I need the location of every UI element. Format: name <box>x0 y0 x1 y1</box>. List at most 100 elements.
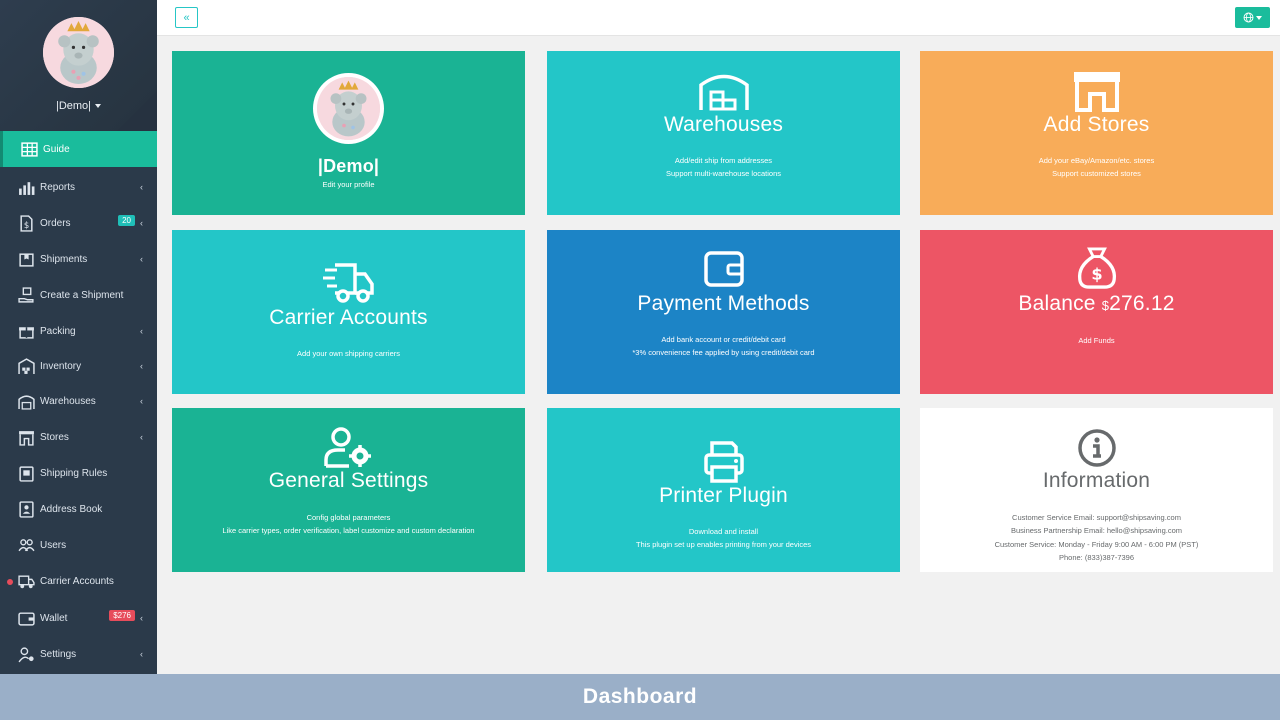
sidebar-item-label: Guide <box>43 143 70 155</box>
store-icon <box>17 428 35 446</box>
support-email-text: Customer Service Email: support@shipsavi… <box>1012 513 1181 522</box>
sidebar-item-address-book[interactable]: Address Book <box>0 491 157 527</box>
balance-card[interactable]: $ Balance $276.12 Add Funds <box>920 230 1273 394</box>
printer-plugin-card[interactable]: Printer Plugin Download and install This… <box>547 408 900 572</box>
store-icon <box>920 70 1273 112</box>
chevron-left-icon: ‹ <box>140 218 143 228</box>
information-card: Information Customer Service Email: supp… <box>920 408 1273 572</box>
sidebar-item-stores[interactable]: Stores ‹ <box>0 419 157 455</box>
sidebar-profile: |Demo| <box>0 0 157 131</box>
warehouses-card-title: Warehouses <box>663 113 784 136</box>
sidebar-item-shipments[interactable]: Shipments ‹ <box>0 241 157 277</box>
chevron-left-icon: ‹ <box>140 613 143 623</box>
sidebar-item-label: Shipping Rules <box>40 467 108 479</box>
chevron-left-icon: ‹ <box>140 254 143 264</box>
profile-card[interactable]: |Demo| Edit your profile <box>172 51 525 215</box>
avatar-image <box>317 77 380 140</box>
user-gear-icon <box>172 426 525 468</box>
sidebar-item-shipping-rules[interactable]: Shipping Rules <box>0 455 157 491</box>
document-icon: $ <box>17 214 35 232</box>
sidebar-item-label: Settings <box>40 648 77 660</box>
caret-down-icon <box>1256 15 1262 20</box>
sidebar-item-label: Packing <box>40 325 76 337</box>
printer-plugin-card-desc-2: This plugin set up enables printing from… <box>635 540 812 549</box>
sidebar-item-settings[interactable]: Settings ‹ <box>0 636 157 672</box>
sidebar-item-inventory[interactable]: Inventory ‹ <box>0 348 157 384</box>
svg-text:$: $ <box>23 220 28 230</box>
payment-methods-card[interactable]: Payment Methods Add bank account or cred… <box>547 230 900 394</box>
balance-card-title: Balance $276.12 <box>920 292 1273 316</box>
general-settings-card[interactable]: General Settings Config global parameter… <box>172 408 525 572</box>
chevron-left-icon: ‹ <box>140 361 143 371</box>
sidebar-item-orders[interactable]: $ Orders 20 ‹ <box>0 205 157 241</box>
orders-count-badge: 20 <box>118 215 135 226</box>
avatar[interactable] <box>43 17 114 88</box>
truck-icon <box>17 572 35 590</box>
info-icon <box>920 428 1273 470</box>
sidebar-item-create-shipment[interactable]: Create a Shipment <box>0 277 157 313</box>
chevron-left-icon: ‹ <box>140 432 143 442</box>
warehouse-icon <box>17 357 35 375</box>
chevron-left-icon: ‹ <box>140 396 143 406</box>
sidebar-item-label: Warehouses <box>40 395 96 407</box>
add-stores-card-title: Add Stores <box>1043 113 1150 136</box>
sidebar-item-users[interactable]: Users <box>0 527 157 563</box>
printer-plugin-card-title: Printer Plugin <box>659 484 788 507</box>
general-settings-card-desc-1: Config global parameters <box>306 513 391 522</box>
sidebar-item-carrier-accounts[interactable]: Carrier Accounts <box>0 563 157 599</box>
language-button[interactable] <box>1235 7 1270 28</box>
sidebar-item-wallet[interactable]: Wallet $276 ‹ <box>0 600 157 636</box>
sidebar-item-label: Stores <box>40 431 69 443</box>
warehouses-card-desc-1: Add/edit ship from addresses <box>674 156 773 165</box>
sidebar-item-warehouses[interactable]: Warehouses ‹ <box>0 383 157 419</box>
general-settings-card-title: General Settings <box>268 469 429 492</box>
clipboard-icon <box>17 464 35 482</box>
sidebar-item-reports[interactable]: Reports ‹ <box>0 169 157 205</box>
top-bar: « <box>157 0 1280 36</box>
sidebar-item-guide[interactable]: Guide <box>0 131 157 167</box>
warehouse-icon <box>17 392 35 410</box>
sidebar: |Demo| Guide Reports ‹ $ Orders 20 ‹ Shi… <box>0 0 157 674</box>
add-stores-card[interactable]: Add Stores Add your eBay/Amazon/etc. sto… <box>920 51 1273 215</box>
sidebar-item-label: Address Book <box>40 503 103 515</box>
bar-chart-icon <box>17 178 35 196</box>
wallet-balance-badge: $276 <box>109 610 135 621</box>
profile-card-avatar <box>313 73 384 144</box>
caret-down-icon <box>95 104 102 109</box>
notification-dot <box>7 579 13 585</box>
sidebar-item-label: Create a Shipment <box>40 289 124 301</box>
truck-icon <box>172 262 525 304</box>
printer-plugin-card-desc-1: Download and install <box>688 527 759 536</box>
service-hours-text: Customer Service: Monday - Friday 9:00 A… <box>994 540 1199 549</box>
information-card-title: Information <box>1042 469 1151 492</box>
carrier-accounts-card-desc: Add your own shipping carriers <box>297 349 400 358</box>
sidebar-item-label: Orders <box>40 217 71 229</box>
add-funds-link[interactable]: Add Funds <box>920 334 1273 348</box>
balance-label: Balance <box>1018 292 1096 315</box>
warehouses-card[interactable]: Warehouses Add/edit ship from addresses … <box>547 51 900 215</box>
sidebar-item-label: Users <box>40 539 67 551</box>
profile-card-name: |Demo| <box>317 156 380 176</box>
profile-name[interactable]: |Demo| <box>0 100 157 112</box>
money-bag-icon: $ <box>920 247 1273 289</box>
user-gear-icon <box>17 645 35 663</box>
profile-name-label: |Demo| <box>55 100 92 112</box>
sidebar-item-label: Inventory <box>40 360 82 372</box>
sidebar-item-packing[interactable]: Packing ‹ <box>0 313 157 349</box>
sidebar-item-label: Reports <box>40 181 76 193</box>
hand-box-icon <box>17 286 35 304</box>
wallet-icon <box>17 609 35 627</box>
payment-methods-card-desc-2: *3% convenience fee applied by using cre… <box>632 348 815 357</box>
add-stores-card-desc-1: Add your eBay/Amazon/etc. stores <box>1038 156 1155 165</box>
warehouse-icon <box>547 70 900 112</box>
footer-label: Dashboard <box>582 685 698 708</box>
sidebar-item-label: Wallet <box>40 612 68 624</box>
carrier-accounts-card[interactable]: Carrier Accounts Add your own shipping c… <box>172 230 525 394</box>
phone-text: Phone: (833)387-7396 <box>1058 553 1135 562</box>
grid-icon <box>20 140 38 158</box>
wallet-icon <box>547 249 900 291</box>
collapse-sidebar-button[interactable]: « <box>175 7 198 28</box>
address-book-icon <box>17 500 35 518</box>
balance-amount: 276.12 <box>1109 292 1175 315</box>
general-settings-card-desc-2: Like carrier types, order verification, … <box>222 526 475 535</box>
